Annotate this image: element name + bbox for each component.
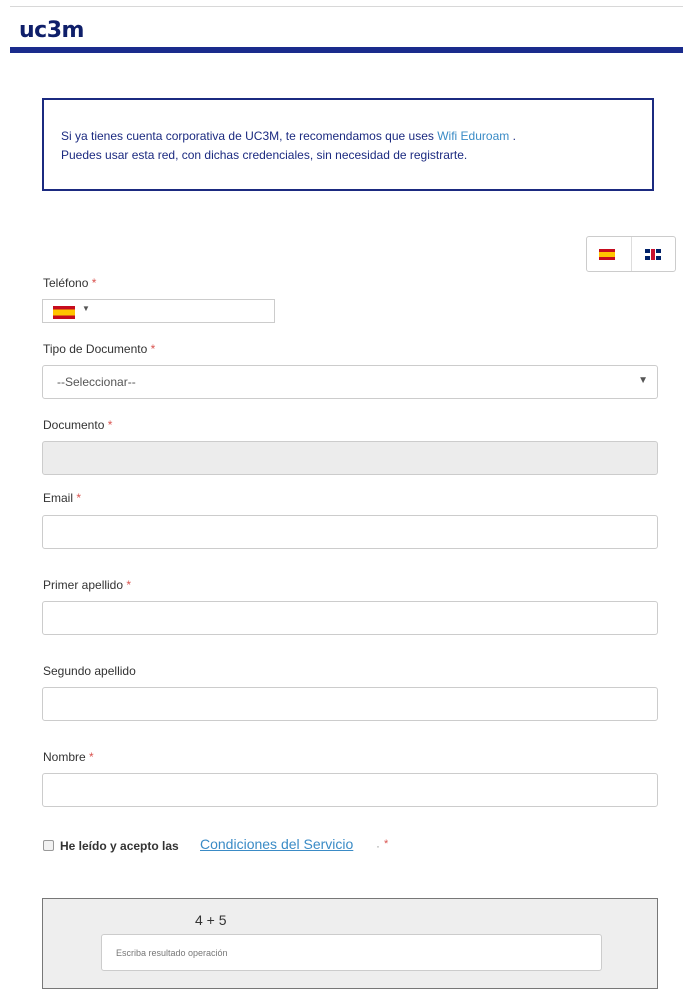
doc-type-select[interactable]: --Seleccionar-- ▼: [42, 365, 658, 399]
doc-type-label: Tipo de Documento *: [43, 342, 156, 356]
notice-line-1: Si ya tienes cuenta corporativa de UC3M,…: [61, 129, 516, 143]
terms-required: *: [384, 838, 389, 850]
phone-label: Teléfono *: [43, 276, 97, 290]
phone-input[interactable]: ▼: [42, 299, 275, 323]
surname1-label: Primer apellido *: [43, 578, 132, 592]
eduroam-link[interactable]: Wifi Eduroam: [437, 129, 509, 143]
notice-line-2: Puedes usar esta red, con dichas credenc…: [61, 148, 468, 162]
doc-type-selected: --Seleccionar--: [57, 375, 136, 389]
brand-bar: [10, 47, 683, 53]
email-field[interactable]: [42, 515, 658, 549]
name-label: Nombre *: [43, 750, 94, 764]
terms-dot: ·: [376, 839, 380, 853]
uc3m-logo: uc3m: [19, 18, 84, 43]
captcha-operation: 4 + 5: [195, 912, 227, 928]
terms-link[interactable]: Condiciones del Servicio: [200, 836, 353, 852]
document-label: Documento *: [43, 418, 113, 432]
document-field: [42, 441, 658, 475]
terms-checkbox[interactable]: [43, 840, 54, 851]
captcha-box: 4 + 5: [42, 898, 658, 989]
top-divider: [10, 6, 683, 7]
surname2-field[interactable]: [42, 687, 658, 721]
email-label: Email *: [43, 491, 82, 505]
language-switcher: [586, 236, 676, 272]
eduroam-notice: Si ya tienes cuenta corporativa de UC3M,…: [42, 98, 654, 191]
country-caret-icon[interactable]: ▼: [82, 304, 90, 313]
chevron-down-icon[interactable]: ▼: [638, 375, 648, 386]
captcha-input[interactable]: [101, 934, 602, 971]
surname2-label: Segundo apellido: [43, 664, 136, 678]
name-field[interactable]: [42, 773, 658, 807]
uk-flag-icon[interactable]: [645, 249, 661, 260]
language-separator: [631, 237, 632, 271]
terms-text: He leído y acepto las: [60, 839, 179, 853]
surname1-field[interactable]: [42, 601, 658, 635]
es-flag-icon[interactable]: [53, 306, 75, 319]
es-flag-icon[interactable]: [599, 249, 615, 260]
